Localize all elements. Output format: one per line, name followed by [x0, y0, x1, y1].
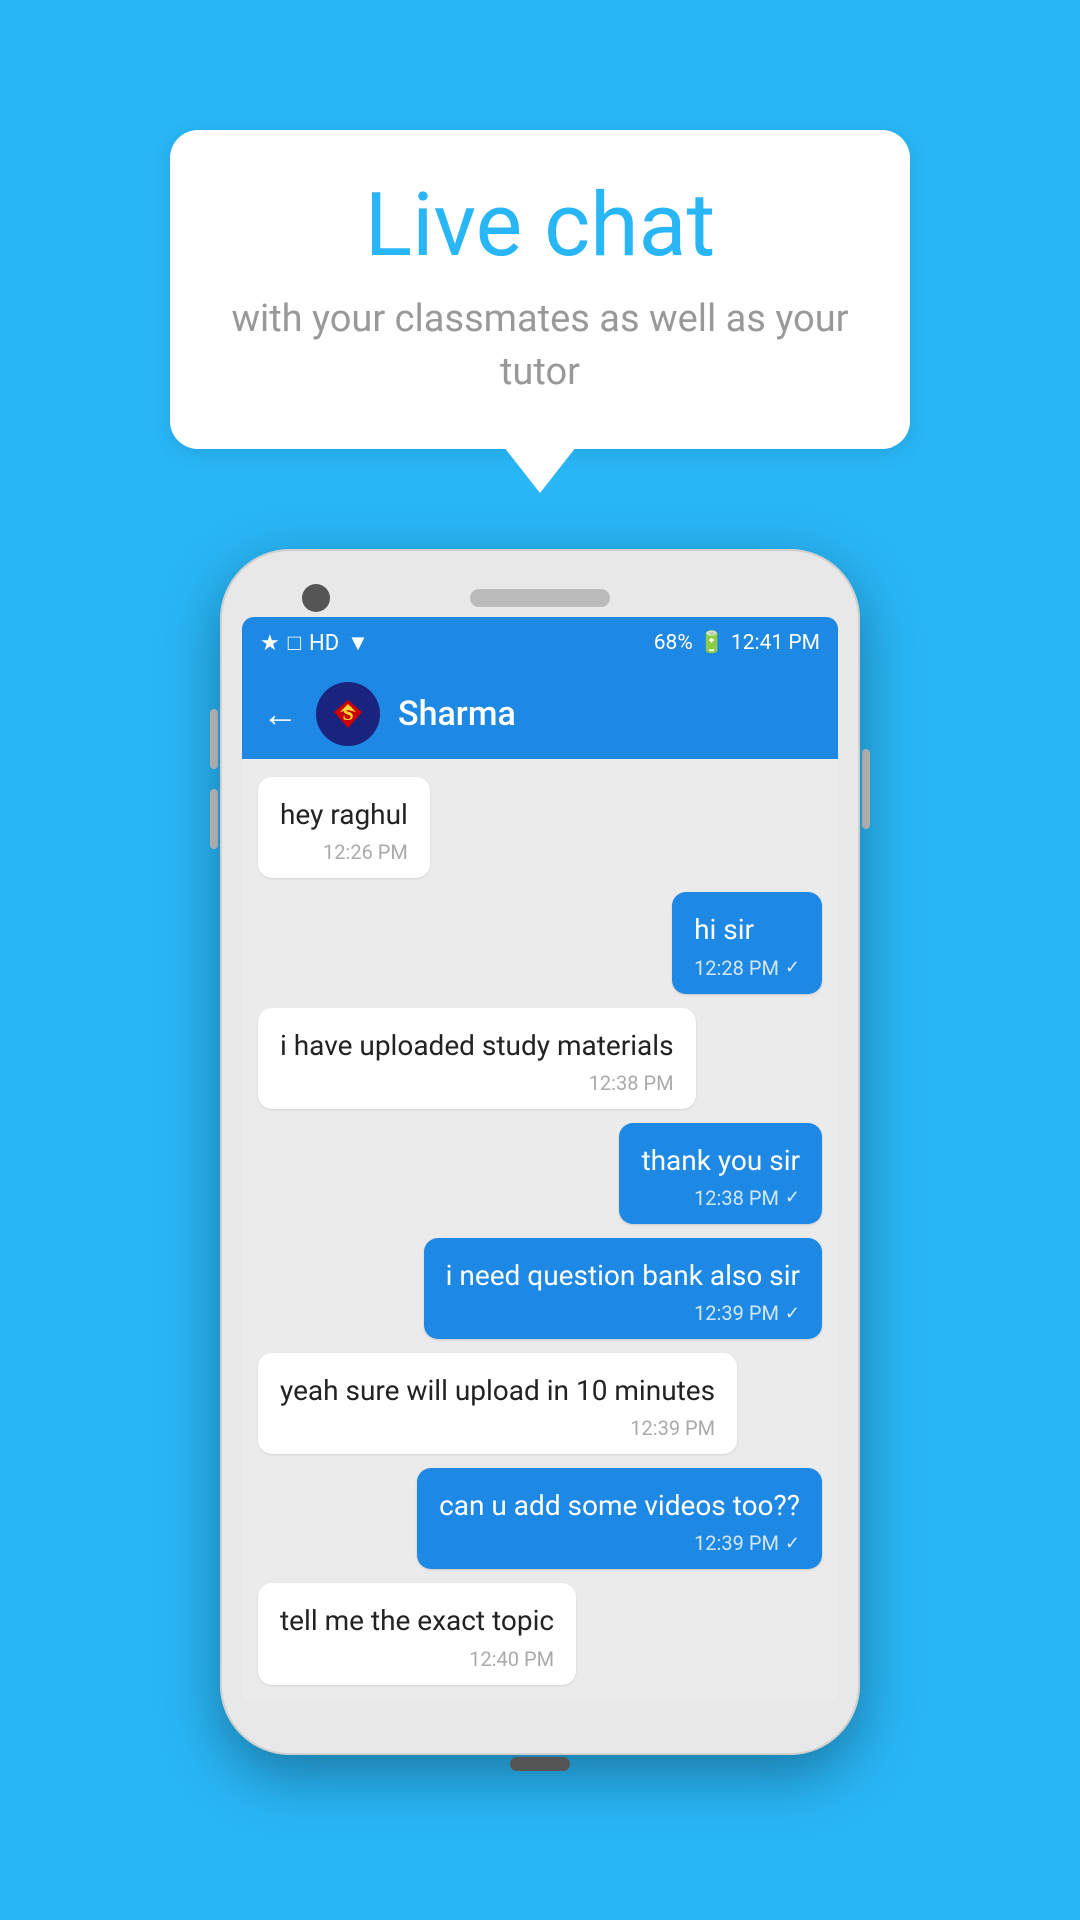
message-bubble: hey raghul 12:26 PM — [258, 777, 430, 878]
message-text: can u add some videos too?? — [439, 1486, 800, 1525]
status-bar: ★ □ HD ▼ 68% 🔋 12:41 PM — [242, 617, 838, 669]
status-bar-right: 68% 🔋 12:41 PM — [654, 631, 820, 655]
clock: 12:41 PM — [731, 631, 820, 655]
message-time: 12:26 PM — [280, 840, 408, 864]
volume-down-button — [210, 789, 218, 849]
check-icon: ✓ — [785, 1303, 800, 1324]
phone-screen: ★ □ HD ▼ 68% 🔋 12:41 PM ← — [242, 617, 838, 1703]
superman-icon: S — [326, 692, 370, 736]
status-bar-left: ★ □ HD ▼ — [260, 630, 369, 656]
back-button[interactable]: ← — [262, 693, 298, 735]
home-button[interactable] — [510, 1757, 570, 1771]
message-bubble: tell me the exact topic 12:40 PM — [258, 1583, 576, 1684]
bluetooth-icon: ★ — [260, 631, 280, 656]
phone-outer-frame: ★ □ HD ▼ 68% 🔋 12:41 PM ← — [220, 549, 860, 1755]
battery-percent: 68% — [654, 631, 693, 655]
bubble-subtitle: with your classmates as well as your tut… — [230, 293, 850, 399]
message-time: 12:39 PM ✓ — [446, 1301, 800, 1325]
avatar: S — [316, 682, 380, 746]
hd-icon: HD — [309, 631, 339, 656]
speaker-grille — [470, 589, 610, 607]
message-bubble: thank you sir 12:38 PM ✓ — [619, 1123, 822, 1224]
message-text: hey raghul — [280, 795, 408, 834]
message-bubble: hi sir 12:28 PM ✓ — [672, 892, 822, 993]
contact-name: Sharma — [398, 694, 516, 734]
chat-header: ← S Sharma — [242, 669, 838, 759]
wifi-icon: ▼ — [347, 630, 369, 656]
speech-bubble: Live chat with your classmates as well a… — [170, 130, 910, 449]
message-time: 12:40 PM — [280, 1647, 554, 1671]
bubble-title: Live chat — [230, 178, 850, 275]
message-text: hi sir — [694, 910, 800, 949]
message-text: yeah sure will upload in 10 minutes — [280, 1371, 715, 1410]
message-time: 12:38 PM ✓ — [641, 1186, 800, 1210]
front-camera — [302, 584, 330, 612]
message-text: i have uploaded study materials — [280, 1026, 674, 1065]
phone-mockup: ★ □ HD ▼ 68% 🔋 12:41 PM ← — [220, 549, 860, 1755]
message-text: thank you sir — [641, 1141, 800, 1180]
message-bubble: i need question bank also sir 12:39 PM ✓ — [424, 1238, 822, 1339]
svg-text:S: S — [342, 703, 353, 725]
check-icon: ✓ — [785, 957, 800, 978]
power-button — [862, 749, 870, 829]
message-time: 12:38 PM — [280, 1071, 674, 1095]
message-text: tell me the exact topic — [280, 1601, 554, 1640]
message-bubble: yeah sure will upload in 10 minutes 12:3… — [258, 1353, 737, 1454]
message-bubble: i have uploaded study materials 12:38 PM — [258, 1008, 696, 1109]
message-time: 12:28 PM ✓ — [694, 956, 800, 980]
signal-icon: □ — [288, 630, 301, 656]
message-bubble: can u add some videos too?? 12:39 PM ✓ — [417, 1468, 822, 1569]
check-icon: ✓ — [785, 1187, 800, 1208]
message-text: i need question bank also sir — [446, 1256, 800, 1295]
chat-area: hey raghul 12:26 PM hi sir 12:28 PM ✓ i … — [242, 759, 838, 1703]
message-time: 12:39 PM ✓ — [439, 1531, 800, 1555]
battery-icon: 🔋 — [699, 631, 725, 655]
message-time: 12:39 PM — [280, 1416, 715, 1440]
volume-up-button — [210, 709, 218, 769]
phone-top-bar — [242, 571, 838, 617]
check-icon: ✓ — [785, 1533, 800, 1554]
